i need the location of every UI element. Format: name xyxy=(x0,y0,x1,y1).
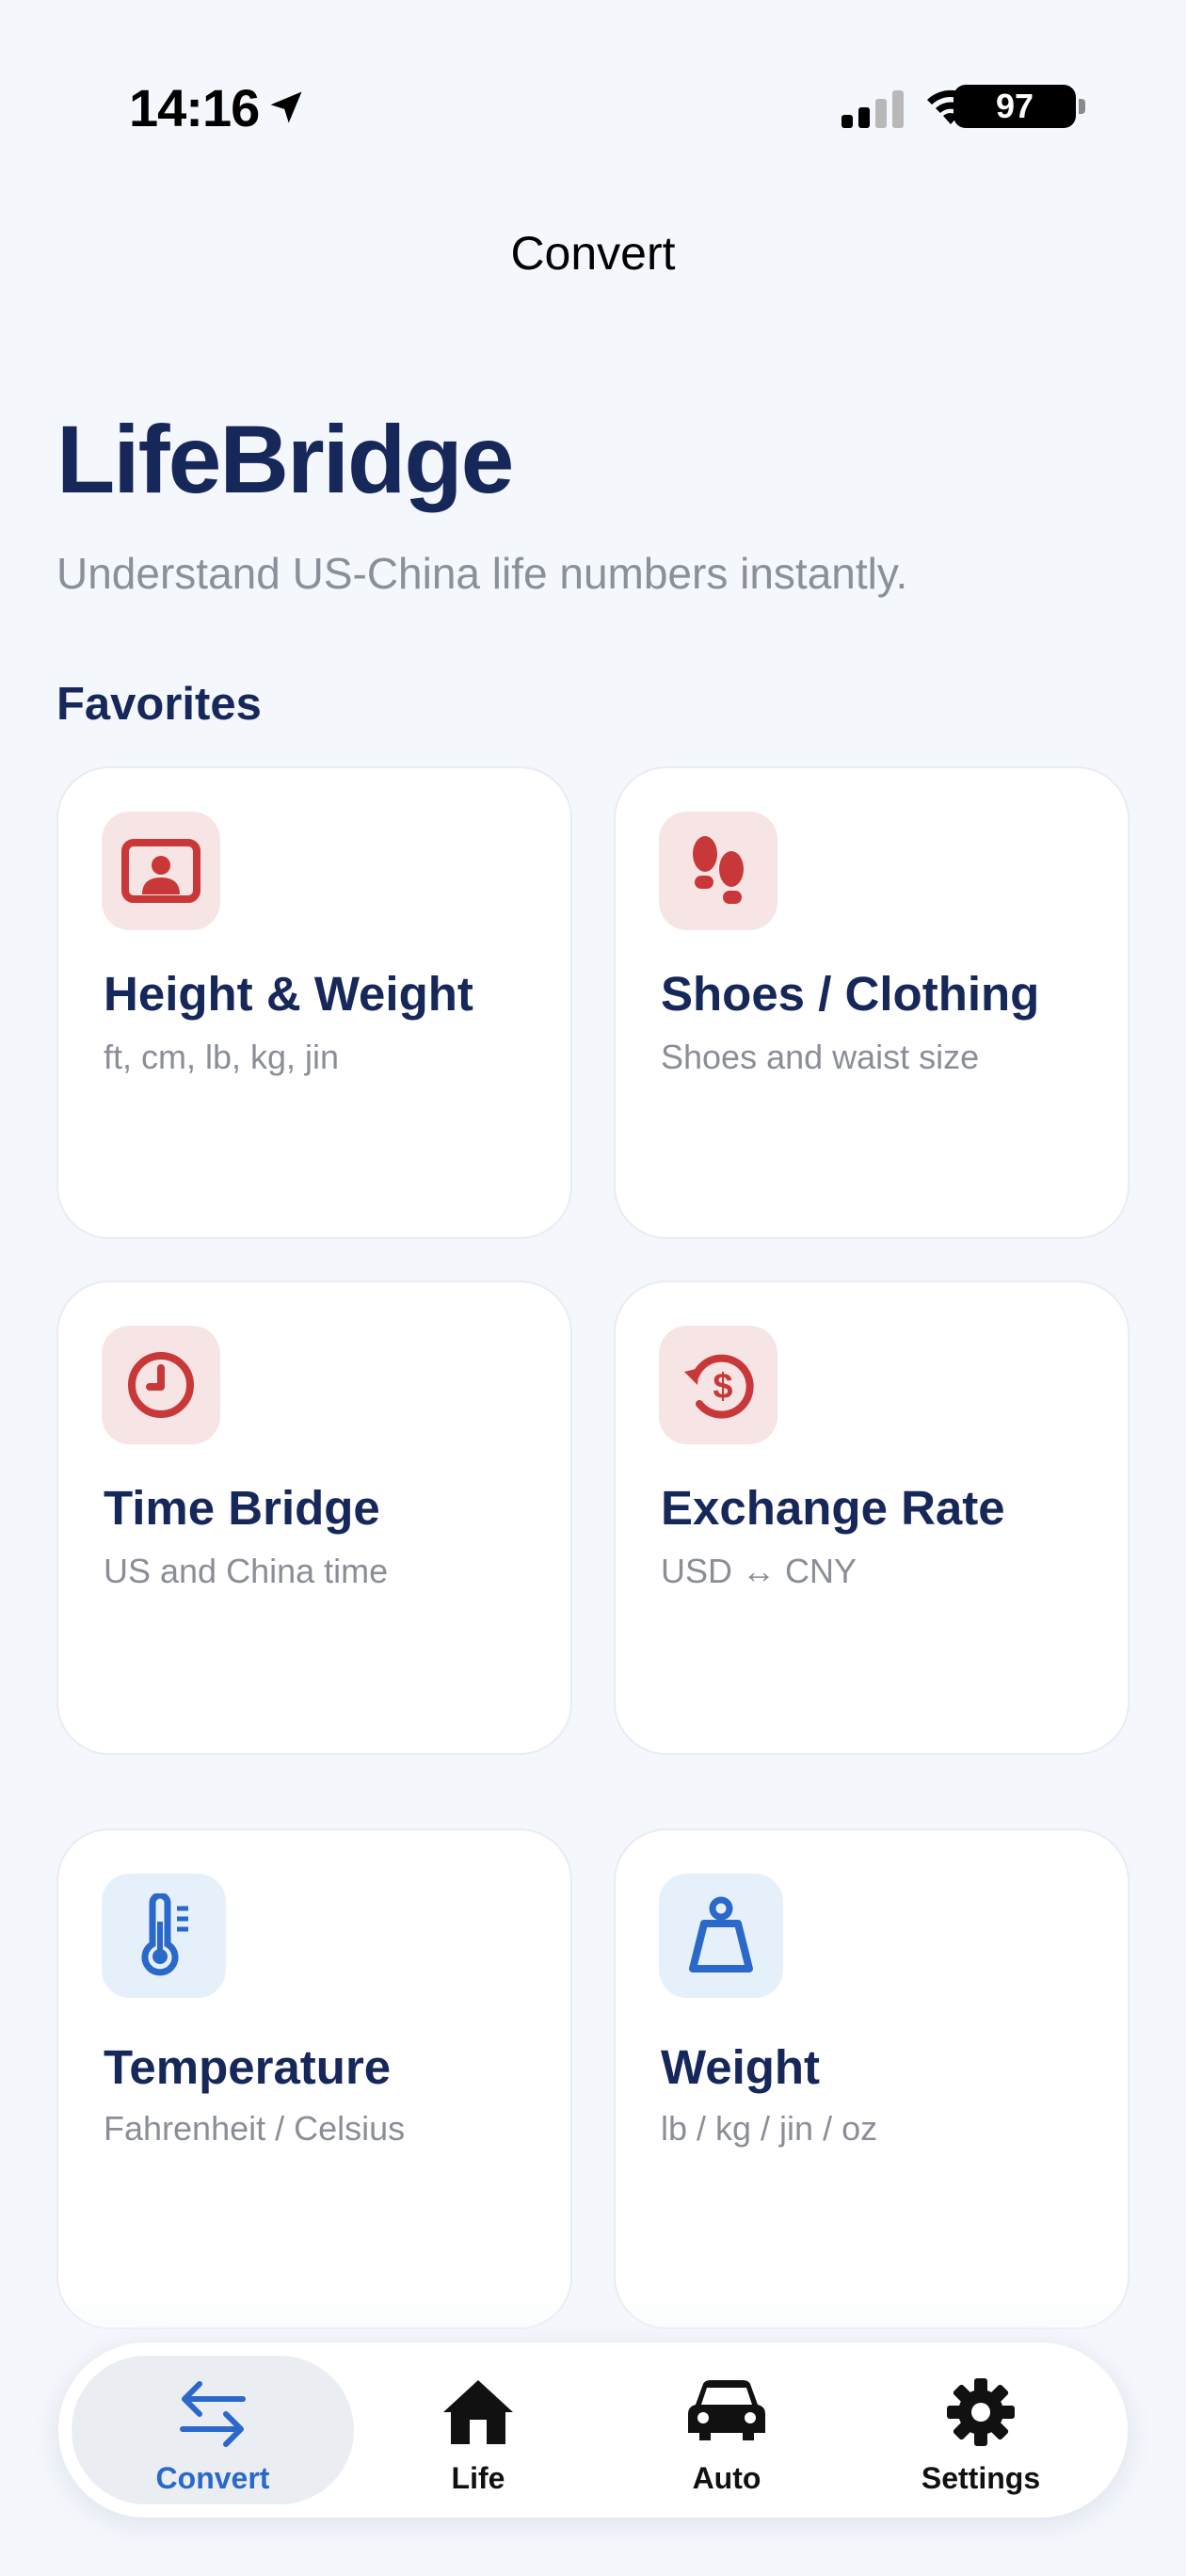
location-arrow-icon xyxy=(270,91,302,123)
status-time: 14:16 xyxy=(129,78,260,137)
app-title: LifeBridge xyxy=(56,406,514,513)
card-title: Weight xyxy=(661,2040,821,2094)
battery-level: 97 xyxy=(995,87,1034,125)
card-temperature[interactable]: Temperature Fahrenheit / Celsius xyxy=(56,1828,572,2329)
card-subtitle: ft, cm, lb, kg, jin xyxy=(104,1038,340,1076)
nav-title: Convert xyxy=(510,227,676,280)
svg-text:$: $ xyxy=(713,1367,732,1407)
card-shoes-clothing[interactable]: Shoes / Clothing Shoes and waist size xyxy=(614,766,1130,1239)
signal-icon xyxy=(841,90,904,128)
gear-icon xyxy=(947,2378,1015,2446)
card-subtitle: Fahrenheit / Celsius xyxy=(104,2109,406,2148)
card-time-bridge[interactable]: Time Bridge US and China time xyxy=(56,1280,572,1755)
currency-exchange-icon: $ xyxy=(659,1326,777,1444)
status-bar: 14:16 97 xyxy=(0,0,1186,217)
card-exchange-rate[interactable]: $ Exchange Rate USD ↔ CNY xyxy=(614,1280,1130,1755)
card-subtitle: US and China time xyxy=(104,1552,389,1590)
card-title: Exchange Rate xyxy=(661,1481,1005,1535)
card-subtitle: USD ↔ CNY xyxy=(661,1552,857,1590)
clock-icon xyxy=(102,1326,220,1444)
tab-auto[interactable]: Auto xyxy=(642,2356,811,2504)
arrows-exchange-icon xyxy=(180,2381,246,2447)
card-weight[interactable]: Weight lb / kg / jin / oz xyxy=(614,1828,1130,2329)
thermometer-icon xyxy=(102,1874,226,1998)
card-title: Time Bridge xyxy=(104,1481,380,1535)
scale-weight-icon xyxy=(659,1874,783,1998)
card-title: Temperature xyxy=(104,2040,392,2094)
card-height-weight[interactable]: Height & Weight ft, cm, lb, kg, jin xyxy=(56,766,572,1239)
card-subtitle: lb / kg / jin / oz xyxy=(661,2109,878,2148)
car-icon xyxy=(688,2380,765,2440)
tab-convert[interactable]: Convert xyxy=(72,2356,354,2504)
tab-life[interactable]: Life xyxy=(393,2356,563,2504)
tab-settings[interactable]: Settings xyxy=(877,2356,1084,2504)
app-subtitle: Understand US-China life numbers instant… xyxy=(56,549,908,598)
tab-bar: Convert Life Auto Settings xyxy=(58,2343,1128,2518)
footprints-icon xyxy=(659,812,777,930)
tab-label: Auto xyxy=(692,2461,761,2495)
house-icon xyxy=(443,2380,513,2444)
tab-label: Convert xyxy=(155,2461,270,2495)
person-id-icon xyxy=(102,812,220,930)
tab-label: Settings xyxy=(921,2461,1041,2495)
favorites-heading: Favorites xyxy=(56,679,262,730)
card-title: Shoes / Clothing xyxy=(661,967,1040,1021)
card-title: Height & Weight xyxy=(104,967,473,1021)
battery-icon: 97 xyxy=(954,85,1085,128)
tab-label: Life xyxy=(451,2461,505,2495)
card-subtitle: Shoes and waist size xyxy=(661,1038,980,1076)
